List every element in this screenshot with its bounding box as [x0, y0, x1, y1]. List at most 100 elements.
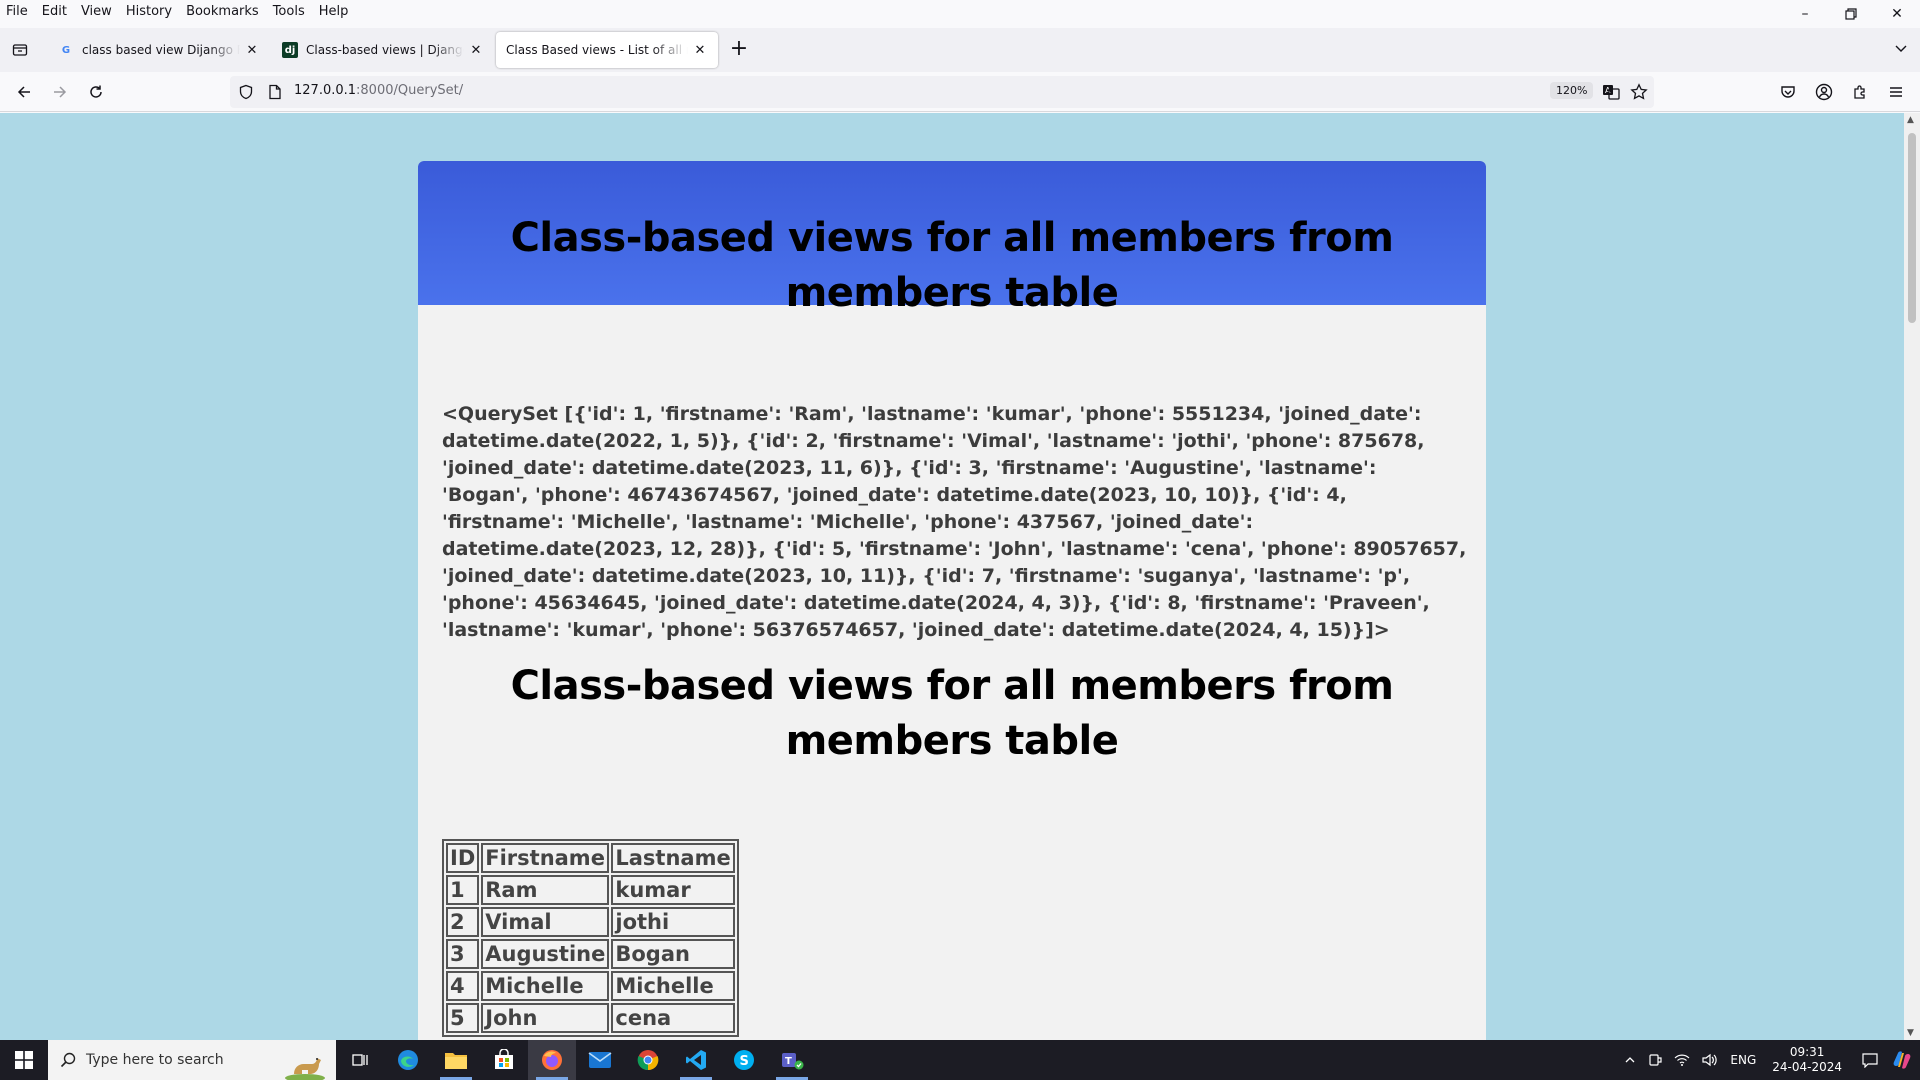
back-button[interactable] [12, 80, 36, 104]
url-text[interactable]: 127.0.0.1:8000/QuerySet/ [294, 83, 463, 98]
menu-view[interactable]: View [74, 4, 119, 19]
scrollbar-thumb[interactable] [1908, 133, 1916, 323]
tab-class-based-views[interactable]: Class Based views - List of all members … [496, 32, 718, 68]
content-card: Class-based views for all members from m… [418, 161, 1486, 1040]
close-tab-icon[interactable]: ✕ [244, 43, 260, 58]
skype-button[interactable]: S [720, 1040, 768, 1080]
table-header-row: ID Firstname Lastname [446, 843, 735, 873]
arrow-left-icon [17, 86, 30, 98]
edge-icon [398, 1050, 418, 1070]
firefox-view-icon [12, 44, 28, 56]
close-tab-icon[interactable]: ✕ [468, 43, 484, 58]
vscode-button[interactable] [672, 1040, 720, 1080]
firefox-view-button[interactable] [0, 28, 40, 72]
extensions-button[interactable] [1848, 80, 1872, 104]
file-explorer-button[interactable] [432, 1040, 480, 1080]
close-window-button[interactable]: ✕ [1874, 0, 1920, 28]
column-header: Firstname [481, 843, 610, 873]
bookmark-star-icon[interactable] [1630, 83, 1648, 101]
device-icon [1649, 1054, 1662, 1066]
scroll-up-icon[interactable]: ▲ [1907, 115, 1914, 125]
shield-icon[interactable] [238, 84, 254, 100]
svg-text:T: T [785, 1056, 792, 1067]
new-tab-button[interactable]: + [728, 38, 750, 60]
queryset-text: <QuerySet [{'id': 1, 'firstname': 'Ram',… [442, 403, 1467, 641]
menu-edit[interactable]: Edit [35, 4, 74, 19]
network-button[interactable] [1668, 1053, 1696, 1067]
menu-file[interactable]: File [0, 4, 35, 19]
cell-firstname: John [481, 1003, 610, 1033]
teams-icon: T [782, 1053, 804, 1070]
wifi-icon [1674, 1054, 1690, 1066]
cell-lastname: jothi [611, 907, 735, 937]
close-tab-icon[interactable]: ✕ [692, 43, 708, 58]
page-title: Class-based views for all members from m… [510, 215, 1394, 316]
forward-button[interactable] [48, 80, 72, 104]
taskbar-search[interactable]: Type here to search [48, 1040, 336, 1080]
address-bar[interactable]: 127.0.0.1:8000/QuerySet/ 120% A [230, 76, 1654, 108]
restore-icon [1845, 8, 1857, 20]
minimize-button[interactable]: – [1782, 0, 1828, 28]
cell-id: 1 [446, 875, 480, 905]
menu-bookmarks[interactable]: Bookmarks [179, 4, 266, 19]
cell-lastname: cena [611, 1003, 735, 1033]
folder-icon [445, 1053, 467, 1069]
start-button[interactable] [0, 1040, 48, 1080]
reload-button[interactable] [84, 80, 108, 104]
table-row: 5 John cena [446, 1003, 735, 1033]
notification-icon [1862, 1053, 1878, 1068]
puzzle-icon [1854, 85, 1865, 99]
chrome-icon [637, 1050, 659, 1071]
tab-title: Class-based views | Django documentation [306, 43, 464, 57]
arrow-right-icon [54, 86, 67, 98]
meet-now-button[interactable] [1642, 1053, 1668, 1067]
copilot-button[interactable] [1888, 1050, 1920, 1070]
teams-button[interactable]: T [768, 1040, 816, 1080]
language-indicator[interactable]: ENG [1724, 1053, 1762, 1067]
restore-button[interactable] [1828, 0, 1874, 28]
tab-google-search[interactable]: G class based view Dijango Framework ✕ [48, 32, 270, 68]
zoom-indicator[interactable]: 120% [1550, 82, 1594, 99]
svg-text:S: S [740, 1054, 749, 1069]
tab-title: class based view Dijango Framework [82, 43, 240, 57]
speaker-icon [1702, 1053, 1718, 1067]
vertical-scrollbar[interactable]: ▲ ▼ [1904, 113, 1920, 1040]
search-highlight-image [285, 1058, 325, 1080]
edge-button[interactable] [384, 1040, 432, 1080]
chevron-up-icon [1625, 1057, 1635, 1063]
pocket-icon [1781, 86, 1795, 98]
cell-firstname: Ram [481, 875, 610, 905]
pocket-button[interactable] [1776, 80, 1800, 104]
tab-django-docs[interactable]: dj Class-based views | Django documentat… [272, 32, 494, 68]
task-view-button[interactable] [336, 1040, 384, 1080]
page-icon[interactable] [268, 84, 282, 100]
system-tray: ENG 09:31 24-04-2024 [1618, 1040, 1920, 1080]
cell-id: 5 [446, 1003, 480, 1033]
clock[interactable]: 09:31 24-04-2024 [1762, 1045, 1852, 1075]
menu-help[interactable]: Help [312, 4, 356, 19]
taskbar: Type here to search S T ENG 09:31 24-04-… [0, 1040, 1920, 1080]
account-icon [1815, 83, 1833, 101]
window-controls: – ✕ [1782, 0, 1920, 28]
account-button[interactable] [1812, 80, 1836, 104]
table-row: 1 Ram kumar [446, 875, 735, 905]
menu-tools[interactable]: Tools [266, 4, 312, 19]
show-hidden-icons-button[interactable] [1618, 1054, 1642, 1066]
scroll-down-icon[interactable]: ▼ [1907, 1028, 1914, 1038]
chrome-button[interactable] [624, 1040, 672, 1080]
navigation-bar: 127.0.0.1:8000/QuerySet/ 120% A [0, 72, 1920, 112]
cell-lastname: Michelle [611, 971, 735, 1001]
notifications-button[interactable] [1852, 1052, 1888, 1068]
clock-time: 09:31 [1789, 1045, 1825, 1059]
firefox-button[interactable] [528, 1040, 576, 1080]
volume-button[interactable] [1696, 1053, 1724, 1067]
skype-icon: S [734, 1050, 754, 1070]
menu-history[interactable]: History [119, 4, 179, 19]
translate-icon[interactable]: A [1602, 83, 1620, 101]
cell-id: 4 [446, 971, 480, 1001]
app-menu-button[interactable] [1884, 80, 1908, 104]
store-button[interactable] [480, 1040, 528, 1080]
store-icon [495, 1049, 513, 1069]
mail-button[interactable] [576, 1040, 624, 1080]
list-all-tabs-button[interactable] [1894, 40, 1908, 59]
